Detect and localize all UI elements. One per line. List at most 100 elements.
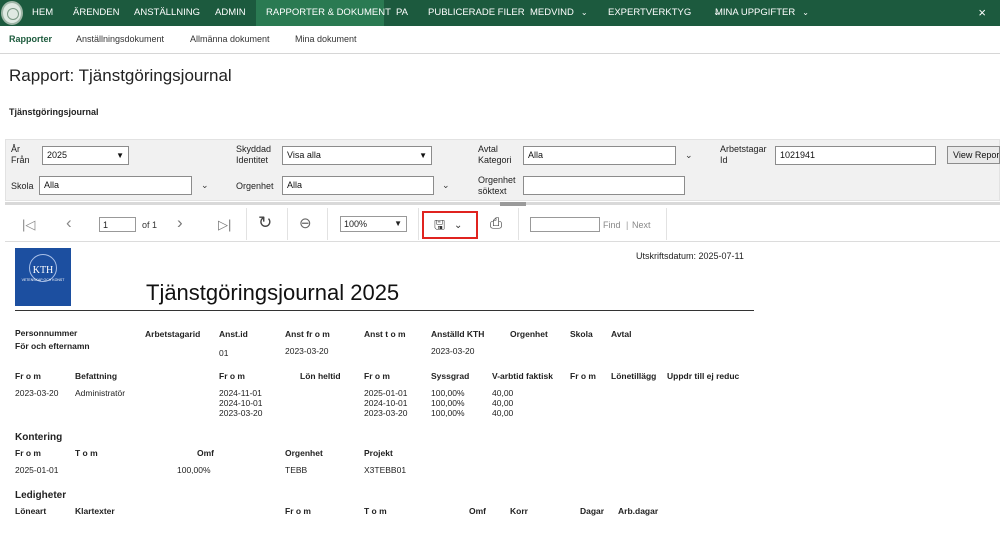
chevron-down-icon[interactable]: ⌄ (201, 180, 209, 191)
toolbar-separator (327, 208, 328, 240)
print-date: Utskriftsdatum: 2025-07-11 (636, 251, 744, 261)
kth-logo-icon[interactable] (1, 1, 23, 25)
toolbar-separator (246, 208, 247, 240)
col-from-lon: Fr o m (219, 371, 245, 381)
back-icon[interactable]: ⊖ (299, 215, 312, 233)
col-kontering-from: Fr o m (15, 448, 41, 458)
col-klartexter: Klartexter (75, 506, 115, 516)
chevron-down-icon: ⌄ (802, 8, 809, 17)
subnav-divider (0, 53, 1000, 54)
arbetstagar-label-2: Id (720, 155, 728, 165)
kontering-section-title: Kontering (15, 432, 63, 443)
find-separator: | (626, 220, 629, 230)
view-report-button[interactable]: View Report (947, 146, 1000, 164)
col-uppdr: Uppdr till ej reduc (667, 371, 740, 381)
col-personnummer: Personnummer (15, 328, 78, 338)
refresh-icon[interactable]: ↻ (258, 214, 272, 232)
col-loneart: Löneart (15, 506, 47, 516)
find-link[interactable]: Find (603, 220, 621, 230)
from-label: Från (11, 155, 30, 165)
subnav-allmanna-dokument[interactable]: Allmänna dokument (190, 34, 270, 44)
col-kontering-omf: Omf (197, 448, 214, 458)
first-page-icon[interactable]: |◁ (22, 216, 35, 234)
nav-item-arenden[interactable]: ÄRENDEN (73, 0, 119, 26)
zoom-value: 100% (344, 219, 368, 229)
close-icon[interactable]: × (978, 0, 986, 26)
ledigheter-section-title: Ledigheter (15, 490, 67, 501)
next-page-icon[interactable]: › (177, 214, 183, 232)
chevron-down-icon[interactable]: ⌄ (442, 180, 450, 191)
nav-mina-uppgifter-label: MINA UPPGIFTER (715, 7, 796, 18)
kth-report-logo: KTH VETENSKAP OCH KONST (15, 248, 71, 306)
col-from-tillagg: Fr o m (570, 371, 596, 381)
skola-label: Skola (11, 181, 34, 191)
nav-medvind-label: MEDVIND (530, 7, 574, 18)
val-anst-id: 01 (219, 348, 229, 358)
last-page-icon[interactable]: ▷| (218, 216, 231, 234)
page-number-input[interactable]: 1 (99, 217, 136, 232)
arbetstagar-label-1: Arbetstagar (720, 144, 767, 154)
col-lon-heltid: Lön heltid (300, 371, 341, 381)
nav-item-anstallning[interactable]: ANSTÄLLNING (134, 0, 200, 26)
val-syss-from: 2023-03-20 (364, 408, 408, 418)
toolbar-separator (518, 208, 519, 240)
val-kontering-orgenhet: TEBB (285, 465, 308, 475)
nav-item-admin[interactable]: ADMIN (215, 0, 246, 26)
col-ledighet-dagar: Dagar (580, 506, 605, 516)
nav-item-mina-uppgifter[interactable]: MINA UPPGIFTER ⌄ (715, 0, 809, 26)
val-syssgrad: 100,00% (431, 408, 465, 418)
skyddad-identitet-select[interactable]: Visa alla ▼ (282, 146, 432, 165)
chevron-down-icon: ▼ (394, 219, 402, 228)
col-ledighet-from: Fr o m (285, 506, 311, 516)
val-befattning: Administratör (75, 388, 126, 398)
col-avtal: Avtal (611, 329, 632, 339)
toolbar-separator (287, 208, 288, 240)
val-anstalld-kth: 2023-03-20 (431, 346, 475, 356)
val-kontering-projekt: X3TEBB01 (364, 465, 407, 475)
nav-item-rapporter-dokument[interactable]: RAPPORTER & DOKUMENT (256, 0, 391, 26)
val-kontering-from: 2025-01-01 (15, 465, 59, 475)
col-kontering-orgenhet: Orgenhet (285, 448, 323, 458)
avtal-label-2: Kategori (478, 155, 512, 165)
orgenhet-field[interactable]: Alla (282, 176, 434, 195)
col-anst-from: Anst fr o m (285, 329, 330, 339)
col-anst-id: Anst.id (219, 329, 248, 339)
col-from-befattning: Fr o m (15, 371, 41, 381)
subnav-rapporter[interactable]: Rapporter (9, 34, 52, 44)
skola-field[interactable]: Alla (39, 176, 192, 195)
skyddad-select-value: Visa alla (287, 150, 321, 160)
year-select-value: 2025 (47, 150, 68, 160)
val-varbtid: 40,00 (492, 408, 514, 418)
skyddad-label-2: Identitet (236, 155, 269, 165)
nav-item-hem[interactable]: HEM (32, 0, 53, 26)
kth-logo-subtext: VETENSKAP OCH KONST (21, 278, 65, 282)
section-label: Tjänstgöringsjournal (9, 107, 99, 117)
val-lon-from: 2023-03-20 (219, 408, 263, 418)
val-kontering-omf: 100,00% (177, 465, 211, 475)
chevron-down-icon[interactable]: ⌄ (685, 150, 693, 161)
nav-item-pa[interactable]: PA (396, 0, 408, 26)
avtal-kategori-field[interactable]: Alla (523, 146, 676, 165)
page-count-label: of 1 (142, 220, 158, 230)
year-label: År (11, 144, 20, 154)
subnav-mina-dokument[interactable]: Mina dokument (295, 34, 357, 44)
export-button-highlight[interactable] (422, 211, 478, 239)
top-nav-bar: HEM ÄRENDEN ANSTÄLLNING ADMIN RAPPORTER … (0, 0, 1000, 26)
subnav-anstallningsdokument[interactable]: Anställningsdokument (76, 34, 164, 44)
next-link[interactable]: Next (632, 220, 651, 230)
nav-item-publicerade-filer[interactable]: PUBLICERADE FILER (428, 0, 525, 26)
print-icon[interactable]: ⎙ (490, 215, 502, 233)
toolbar-separator (666, 208, 667, 240)
zoom-select[interactable]: 100% ▼ (340, 216, 407, 232)
nav-item-expertverktyg[interactable]: EXPERTVERKTYG ⌄ (608, 0, 720, 26)
report-title: Tjänstgöringsjournal 2025 (146, 280, 400, 305)
col-arbetstagarid: Arbetstagarid (145, 329, 201, 339)
arbetstagar-id-input[interactable]: 1021941 (775, 146, 936, 165)
year-select[interactable]: 2025 ▼ (42, 146, 129, 165)
nav-item-medvind[interactable]: MEDVIND ⌄ (530, 0, 588, 26)
col-kontering-tom: T o m (75, 448, 98, 458)
previous-page-icon[interactable]: ‹ (66, 214, 72, 232)
orgenhet-soktext-input[interactable] (523, 176, 685, 195)
find-input[interactable] (530, 217, 600, 232)
col-kontering-projekt: Projekt (364, 448, 393, 458)
